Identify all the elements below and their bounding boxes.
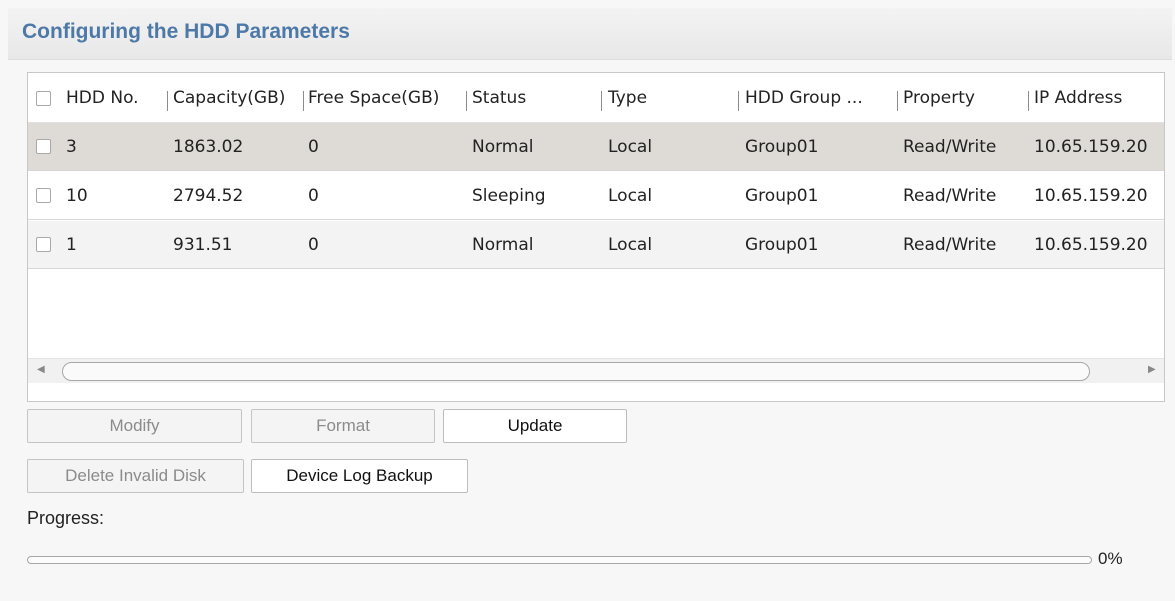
format-button[interactable]: Format (251, 409, 435, 443)
col-hdd-no[interactable]: HDD No. (66, 88, 139, 108)
cell-hdd-group: Group01 (745, 235, 819, 255)
cell-hdd-group: Group01 (745, 137, 819, 157)
progress-bar (27, 556, 1092, 564)
table-header: HDD No. Capacity(GB) Free Space(GB) Stat… (28, 73, 1164, 123)
column-divider[interactable] (897, 91, 898, 111)
cell-capacity: 931.51 (173, 235, 233, 255)
cell-hdd-no: 10 (66, 186, 88, 206)
col-capacity[interactable]: Capacity(GB) (173, 88, 285, 108)
device-log-backup-button[interactable]: Device Log Backup (251, 459, 468, 493)
cell-status: Normal (472, 137, 534, 157)
cell-status: Normal (472, 235, 534, 255)
col-status[interactable]: Status (472, 88, 526, 108)
page-title: Configuring the HDD Parameters (22, 20, 350, 43)
column-divider[interactable] (738, 91, 739, 111)
column-divider[interactable] (466, 91, 467, 111)
progress-percent: 0% (1098, 549, 1123, 568)
col-free-space[interactable]: Free Space(GB) (308, 88, 439, 108)
cell-ip-address: 10.65.159.20 (1034, 186, 1148, 206)
col-hdd-group[interactable]: HDD Group ... (745, 88, 863, 108)
header-bar: Configuring the HDD Parameters (8, 8, 1172, 60)
table-row[interactable]: 1 931.51 0 Normal Local Group01 Read/Wri… (28, 221, 1164, 269)
column-divider[interactable] (167, 91, 168, 111)
column-divider[interactable] (601, 91, 602, 111)
cell-property: Read/Write (903, 186, 997, 206)
row-checkbox[interactable] (36, 139, 51, 154)
cell-property: Read/Write (903, 137, 997, 157)
cell-hdd-group: Group01 (745, 186, 819, 206)
scroll-left-arrow-icon[interactable]: ◀ (37, 364, 45, 375)
column-divider[interactable] (303, 91, 304, 111)
select-all-checkbox[interactable] (36, 91, 51, 106)
scrollbar-thumb[interactable] (62, 362, 1090, 381)
cell-type: Local (608, 137, 653, 157)
col-ip-address[interactable]: IP Address (1034, 88, 1122, 108)
progress-label: Progress: (27, 508, 105, 528)
delete-invalid-disk-button[interactable]: Delete Invalid Disk (27, 459, 244, 493)
modify-button[interactable]: Modify (27, 409, 242, 443)
row-checkbox[interactable] (36, 237, 51, 252)
horizontal-scrollbar[interactable]: ◀ ▶ (28, 358, 1164, 383)
column-divider[interactable] (1028, 91, 1029, 111)
table-row[interactable]: 10 2794.52 0 Sleeping Local Group01 Read… (28, 172, 1164, 220)
cell-free-space: 0 (308, 235, 319, 255)
hdd-table: HDD No. Capacity(GB) Free Space(GB) Stat… (27, 72, 1165, 402)
cell-status: Sleeping (472, 186, 546, 206)
cell-ip-address: 10.65.159.20 (1034, 137, 1148, 157)
cell-free-space: 0 (308, 137, 319, 157)
table-row[interactable]: 3 1863.02 0 Normal Local Group01 Read/Wr… (28, 123, 1164, 171)
cell-ip-address: 10.65.159.20 (1034, 235, 1148, 255)
cell-type: Local (608, 235, 653, 255)
cell-property: Read/Write (903, 235, 997, 255)
cell-capacity: 1863.02 (173, 137, 244, 157)
update-button[interactable]: Update (443, 409, 627, 443)
cell-free-space: 0 (308, 186, 319, 206)
row-checkbox[interactable] (36, 188, 51, 203)
cell-hdd-no: 1 (66, 235, 77, 255)
cell-capacity: 2794.52 (173, 186, 244, 206)
col-property[interactable]: Property (903, 88, 975, 108)
scroll-right-arrow-icon[interactable]: ▶ (1148, 364, 1156, 375)
cell-type: Local (608, 186, 653, 206)
cell-hdd-no: 3 (66, 137, 77, 157)
col-type[interactable]: Type (608, 88, 647, 108)
